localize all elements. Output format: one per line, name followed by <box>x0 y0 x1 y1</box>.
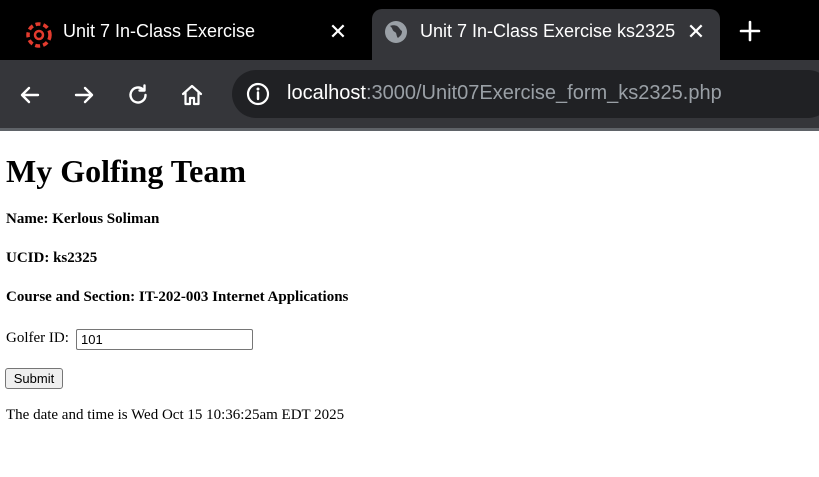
page-title: My Golfing Team <box>6 153 247 189</box>
tab-title: Unit 7 In-Class Exercise ks2325 <box>420 21 676 41</box>
url-path: :3000/Unit07Exercise_form_ks2325.php <box>365 82 722 104</box>
back-arrow-icon[interactable] <box>17 82 43 108</box>
tab-strip: Unit 7 In-Class Exercise ✕ Unit 7 In-Cla… <box>0 0 819 60</box>
address-bar[interactable]: localhost:3000/Unit07Exercise_form_ks232… <box>232 70 819 118</box>
student-ucid: UCID: ks2325 <box>6 250 98 266</box>
course-section: Course and Section: IT-202-003 Internet … <box>6 289 349 305</box>
url-host: localhost <box>287 82 366 104</box>
student-name: Name: Kerlous Soliman <box>6 211 160 227</box>
date-time-text: The date and time is Wed Oct 15 10:36:25… <box>6 407 345 423</box>
page-content: My Golfing Team Name: Kerlous Soliman UC… <box>0 131 819 477</box>
tab-unit7-exercise-ks2325[interactable]: Unit 7 In-Class Exercise ks2325 ✕ <box>372 9 720 60</box>
golfer-id-input[interactable] <box>76 329 253 350</box>
site-info-icon[interactable] <box>244 80 272 108</box>
browser-toolbar: localhost:3000/Unit07Exercise_form_ks232… <box>0 60 819 128</box>
submit-button[interactable]: Submit <box>5 368 63 389</box>
forward-arrow-icon[interactable] <box>71 82 97 108</box>
close-tab-icon[interactable]: ✕ <box>685 21 707 43</box>
tab-unit7-exercise[interactable]: Unit 7 In-Class Exercise ✕ <box>0 9 366 60</box>
new-tab-plus-icon[interactable] <box>737 18 763 44</box>
tab-title: Unit 7 In-Class Exercise <box>63 21 256 41</box>
golfer-id-label: Golfer ID: <box>6 330 69 346</box>
close-tab-icon[interactable]: ✕ <box>327 21 349 43</box>
reload-icon[interactable] <box>125 82 151 108</box>
url-text[interactable]: localhost:3000/Unit07Exercise_form_ks232… <box>287 82 722 105</box>
home-icon[interactable] <box>179 82 205 108</box>
globe-icon <box>385 21 407 43</box>
canvas-logo-icon <box>26 22 52 48</box>
